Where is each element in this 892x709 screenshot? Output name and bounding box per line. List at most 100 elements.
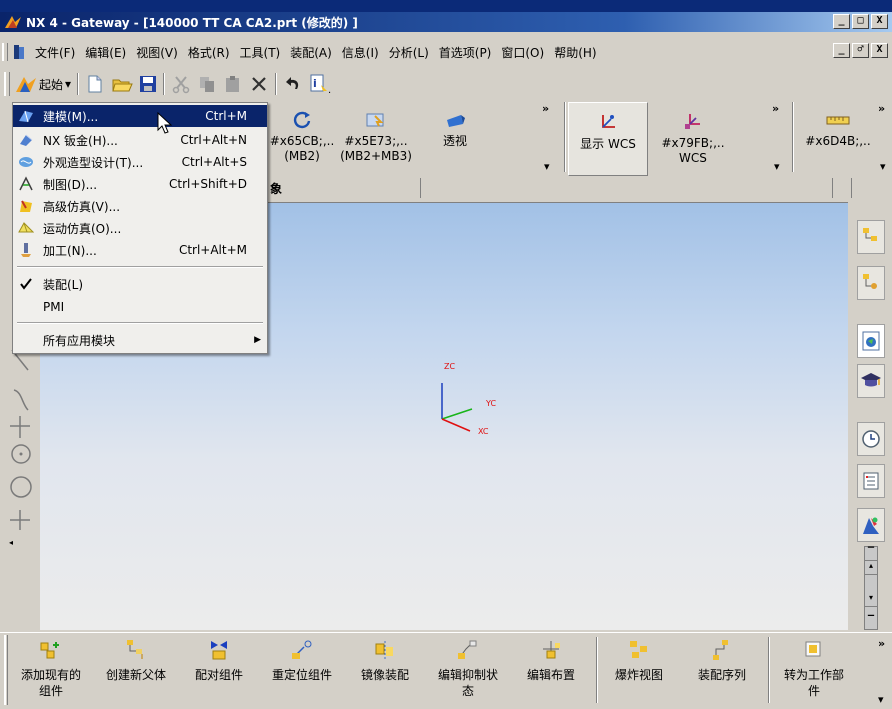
cut-icon — [172, 76, 190, 94]
view-toolbar: #x65CB;,.. (MB2) #x5E73;,.. (MB2+MB3) 透视… — [268, 102, 556, 176]
mdi-restore-button[interactable]: ♂ — [852, 43, 869, 58]
menu-item-drafting[interactable]: 制图(D)... Ctrl+Shift+D — [13, 173, 267, 195]
measure-toolbar-more-icon[interactable]: » — [878, 102, 885, 115]
scroll-up-icon[interactable]: ▴ — [865, 561, 877, 575]
exploded-views-button[interactable]: 爆炸视图 — [604, 639, 674, 683]
wcs-toolbar-dropdown-icon[interactable]: ▾ — [774, 160, 780, 173]
menu-preferences[interactable]: 首选项(P) — [434, 42, 497, 63]
wcs-toolbar: 显示 WCS #x79FB;,.. WCS » ▾ — [562, 102, 786, 176]
rotate-button[interactable]: #x65CB;,.. (MB2) — [268, 102, 336, 176]
menu-item-manufacturing[interactable]: 加工(N)... Ctrl+Alt+M — [13, 239, 267, 261]
assembly-toolbar-dropdown-icon[interactable]: ▾ — [878, 693, 884, 706]
mdi-close-button[interactable]: X — [871, 43, 888, 58]
menu-item-advanced-simulation[interactable]: 高级仿真(V)... — [13, 195, 267, 217]
close-button[interactable]: X — [871, 14, 888, 29]
system-materials-tab[interactable] — [857, 464, 885, 498]
information-button[interactable]: i . — [306, 71, 338, 97]
mdi-minimize-button[interactable]: _ — [833, 43, 850, 58]
pan-icon — [366, 113, 384, 127]
open-folder-icon — [112, 79, 133, 92]
rotate-icon — [293, 111, 311, 129]
menu-item-shape-studio[interactable]: 外观造型设计(T)... Ctrl+Alt+S — [13, 151, 267, 173]
display-wcs-icon — [602, 115, 615, 128]
menu-window[interactable]: 窗口(O) — [496, 42, 549, 63]
cut-button[interactable] — [168, 71, 194, 97]
open-button[interactable] — [108, 71, 136, 97]
assembly-toolbar-more-icon[interactable]: » — [878, 637, 885, 650]
create-new-parent-label: 创建新父体 — [105, 668, 166, 682]
yc-label: YC — [485, 399, 496, 408]
menu-information[interactable]: 信息(I) — [337, 42, 384, 63]
scroll-bottom-icon[interactable]: ▁ — [865, 607, 877, 621]
menu-item-all-applications[interactable]: 所有应用模块 ▶ — [13, 329, 267, 351]
window-title: NX 4 - Gateway - [140000 TT CA CA2.prt (… — [26, 15, 358, 30]
move-wcs-button[interactable]: #x79FB;,.. WCS — [648, 102, 738, 176]
graduation-cap-icon — [861, 373, 881, 387]
measure-toolbar-dropdown-icon[interactable]: ▾ — [880, 160, 886, 173]
new-button[interactable] — [82, 71, 108, 97]
part-navigator-tab[interactable] — [857, 266, 885, 300]
add-existing-component-button[interactable]: 添加现有的 组件 — [12, 639, 90, 699]
display-wcs-label: 显示 WCS — [580, 137, 636, 151]
pan-button[interactable]: #x5E73;,.. (MB2+MB3) — [336, 102, 416, 176]
mate-component-button[interactable]: 配对组件 — [184, 639, 254, 683]
toolbar-grip[interactable] — [4, 635, 8, 705]
exploded-views-label: 爆炸视图 — [614, 668, 663, 682]
minimize-button[interactable]: _ — [833, 14, 850, 29]
display-wcs-button[interactable]: 显示 WCS — [568, 102, 648, 176]
reposition-icon — [292, 640, 312, 659]
menu-assemblies[interactable]: 装配(A) — [285, 42, 337, 63]
menu-item-sheet-metal[interactable]: NX 钣金(H)... Ctrl+Alt+N — [13, 129, 267, 151]
menu-bar: 文件(F) 编辑(E) 视图(V) 格式(R) 工具(T) 装配(A) 信息(I… — [0, 40, 892, 64]
assembly-sequencing-button[interactable]: 装配序列 — [684, 639, 760, 683]
title-bar: NX 4 - Gateway - [140000 TT CA CA2.prt (… — [0, 0, 892, 32]
reposition-component-button[interactable]: 重定位组件 — [262, 639, 342, 683]
measure-icon — [826, 116, 850, 125]
part-navigator-icon — [863, 274, 877, 289]
mirror-assembly-button[interactable]: 镜像装配 — [350, 639, 420, 683]
start-button[interactable]: 起始 ▾ — [12, 71, 74, 97]
menu-item-assemblies[interactable]: 装配(L) — [13, 273, 267, 295]
training-tab[interactable] — [857, 364, 885, 398]
information-icon: i . — [310, 74, 331, 95]
menu-analysis[interactable]: 分析(L) — [384, 42, 434, 63]
make-work-part-button[interactable]: 转为工作部 件 — [772, 639, 856, 699]
wcs-toolbar-more-icon[interactable]: » — [772, 102, 779, 115]
paste-button[interactable] — [220, 71, 246, 97]
menu-edit[interactable]: 编辑(E) — [80, 42, 131, 63]
delete-button[interactable] — [246, 71, 272, 97]
edit-suppression-state-button[interactable]: 编辑抑制状 态 — [428, 639, 508, 699]
paste-icon — [226, 76, 240, 92]
menu-format[interactable]: 格式(R) — [183, 42, 235, 63]
create-new-parent-button[interactable]: 创建新父体 — [96, 639, 176, 683]
web-browser-tab[interactable] — [857, 324, 885, 358]
history-tab[interactable] — [857, 422, 885, 456]
scroll-down-icon[interactable]: ▾ — [865, 593, 877, 607]
clock-icon — [862, 430, 880, 448]
document-icon[interactable] — [12, 44, 26, 60]
maximize-button[interactable]: □ — [852, 14, 869, 29]
menu-item-pmi[interactable]: PMI — [13, 296, 267, 318]
drafting-icon — [19, 176, 33, 191]
menu-view[interactable]: 视图(V) — [131, 42, 183, 63]
menu-item-motion-simulation[interactable]: 运动仿真(O)... — [13, 217, 267, 239]
scroll-top-icon[interactable]: ▔ — [865, 547, 877, 561]
view-toolbar-dropdown-icon[interactable]: ▾ — [544, 160, 550, 173]
menu-help[interactable]: 帮助(H) — [549, 42, 601, 63]
menu-file[interactable]: 文件(F) — [30, 42, 80, 63]
assembly-navigator-tab[interactable] — [857, 220, 885, 254]
make-work-part-label: 转为工作部 件 — [783, 668, 844, 698]
view-toolbar-more-icon[interactable]: » — [542, 102, 549, 115]
menu-item-modeling[interactable]: 建模(M)... Ctrl+M — [13, 105, 267, 127]
edit-arrangements-button[interactable]: 编辑布置 — [516, 639, 586, 683]
toolbar-grip[interactable] — [4, 72, 10, 96]
save-button[interactable] — [136, 71, 160, 97]
toolbar-grip[interactable] — [2, 43, 8, 61]
measure-distance-button[interactable]: #x6D4B;,.. — [796, 102, 880, 176]
perspective-button[interactable]: 透视 — [416, 102, 494, 176]
undo-button[interactable] — [280, 71, 306, 97]
menu-tools[interactable]: 工具(T) — [235, 42, 286, 63]
roles-tab[interactable] — [857, 508, 885, 542]
resource-bar-scrollbar[interactable]: ▔ ▴ ▾ ▁ — [864, 546, 878, 630]
copy-button[interactable] — [194, 71, 220, 97]
